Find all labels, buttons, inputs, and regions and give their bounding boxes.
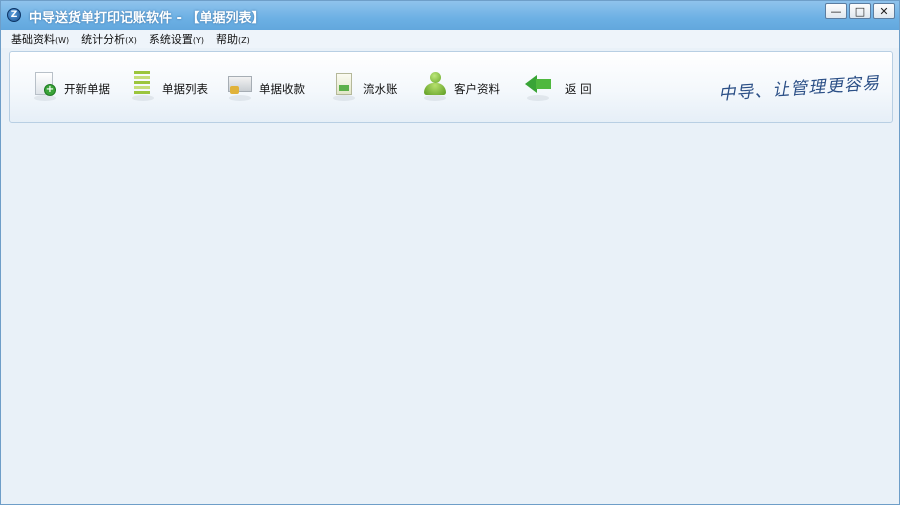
maximize-button[interactable]: □ (849, 3, 871, 19)
menu-help[interactable]: 帮助(Z) (216, 31, 250, 47)
menu-statistics[interactable]: 统计分析(X) (81, 31, 137, 47)
menu-accel: (X) (125, 36, 137, 45)
workspace (1, 125, 899, 504)
ledger-icon (331, 70, 357, 102)
new-document-icon: + (32, 70, 58, 102)
tool-label: 单据收款 (259, 82, 305, 96)
menu-label: 帮助 (216, 33, 239, 46)
back-button[interactable]: 返 回 (525, 70, 592, 110)
menu-accel: (W) (55, 36, 70, 45)
ledger-button[interactable]: 流水账 (331, 70, 398, 110)
menu-label: 统计分析 (81, 33, 126, 46)
menu-label: 基础资料 (11, 33, 55, 46)
title-bar[interactable]: Z 中导送货单打印记账软件 - 【单据列表】 — □ ✕ (1, 1, 899, 30)
app-window: Z 中导送货单打印记账软件 - 【单据列表】 — □ ✕ 基础资料(W) 统计分… (0, 0, 900, 505)
minimize-button[interactable]: — (825, 3, 847, 19)
menu-label: 系统设置 (148, 33, 193, 46)
menu-basic-data[interactable]: 基础资料(W) (11, 31, 69, 47)
tool-label: 单据列表 (162, 82, 208, 96)
document-list-button[interactable]: 单据列表 (130, 70, 208, 110)
customer-data-button[interactable]: 客户资料 (422, 70, 500, 110)
tool-label: 流水账 (363, 82, 398, 96)
menu-settings[interactable]: 系统设置(Y) (149, 31, 204, 47)
menu-bar: 基础资料(W) 统计分析(X) 系统设置(Y) 帮助(Z) (1, 30, 899, 48)
customer-icon (422, 70, 448, 102)
new-document-button[interactable]: + 开新单据 (32, 70, 110, 110)
tool-label: 开新单据 (64, 82, 110, 96)
back-arrow-icon (525, 70, 551, 102)
menu-accel: (Y) (192, 36, 205, 45)
tool-label: 返 回 (565, 82, 592, 96)
cash-register-icon (227, 70, 253, 102)
close-button[interactable]: ✕ (873, 3, 895, 19)
menu-accel: (Z) (238, 36, 250, 45)
receipt-collection-button[interactable]: 单据收款 (227, 70, 305, 110)
toolbar: + 开新单据 单据列表 单据收款 流水账 客户资料 返 回 中导、让管理更容易 (9, 51, 893, 123)
window-controls: — □ ✕ (825, 3, 895, 19)
brand-slogan: 中导、让管理更容易 (717, 73, 881, 105)
tool-label: 客户资料 (454, 82, 500, 96)
app-logo-icon[interactable]: Z (7, 8, 21, 22)
window-title: 中导送货单打印记账软件 - 【单据列表】 (29, 11, 265, 26)
document-list-icon (130, 70, 156, 102)
